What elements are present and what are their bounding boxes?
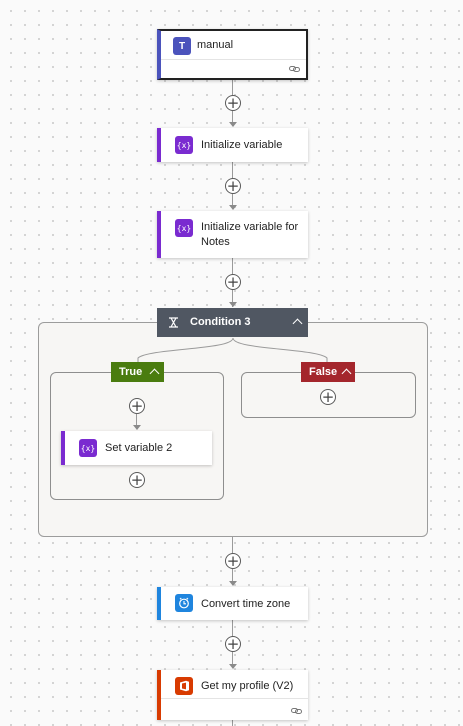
- trigger-card-manual[interactable]: T manual: [157, 29, 308, 80]
- insert-step-button[interactable]: +: [225, 274, 241, 290]
- action-card-initialize-variable-notes[interactable]: {x} Initialize variable for Notes: [157, 211, 308, 258]
- link-icon: [291, 708, 302, 714]
- action-card-get-my-profile[interactable]: Get my profile (V2): [157, 670, 308, 720]
- variable-icon: {x}: [79, 439, 97, 457]
- true-branch-header[interactable]: True: [111, 362, 164, 382]
- insert-step-button[interactable]: +: [225, 95, 241, 111]
- insert-step-button[interactable]: +: [225, 636, 241, 652]
- teams-icon: T: [173, 37, 191, 55]
- false-branch-header[interactable]: False: [301, 362, 355, 382]
- action-label: Initialize variable for Notes: [201, 221, 299, 248]
- collapse-icon[interactable]: [292, 318, 303, 329]
- insert-step-button[interactable]: +: [129, 472, 145, 488]
- connector-arrow: [229, 122, 237, 127]
- action-card-convert-time-zone[interactable]: Convert time zone: [157, 587, 308, 620]
- connector-arrow: [229, 205, 237, 210]
- action-card-initialize-variable[interactable]: {x} Initialize variable: [157, 128, 308, 162]
- connector-arrow: [133, 425, 141, 430]
- insert-step-button[interactable]: +: [129, 398, 145, 414]
- link-icon: [289, 66, 300, 72]
- insert-step-button[interactable]: +: [225, 178, 241, 194]
- connector: [232, 720, 233, 726]
- collapse-icon[interactable]: [149, 368, 160, 379]
- collapse-icon[interactable]: [341, 368, 352, 379]
- trigger-label: manual: [197, 39, 234, 51]
- variable-icon: {x}: [175, 219, 193, 237]
- condition-header[interactable]: Condition 3: [157, 308, 308, 337]
- action-label: Initialize variable: [201, 139, 283, 151]
- clock-icon: [175, 594, 193, 612]
- office-icon: [175, 677, 193, 695]
- condition-icon: [169, 317, 178, 328]
- action-label: Get my profile (V2): [201, 680, 294, 692]
- insert-step-button[interactable]: +: [320, 389, 336, 405]
- insert-step-button[interactable]: +: [225, 553, 241, 569]
- true-label: True: [119, 366, 143, 378]
- condition-title: Condition 3: [190, 316, 251, 328]
- connector-arrow: [229, 302, 237, 307]
- action-label: Set variable 2: [105, 442, 173, 454]
- false-label: False: [309, 366, 338, 378]
- action-label: Convert time zone: [201, 598, 291, 610]
- variable-icon: {x}: [175, 136, 193, 154]
- connector-arrow: [229, 581, 237, 586]
- action-card-set-variable[interactable]: {x} Set variable 2: [61, 431, 212, 465]
- connector-arrow: [229, 664, 237, 669]
